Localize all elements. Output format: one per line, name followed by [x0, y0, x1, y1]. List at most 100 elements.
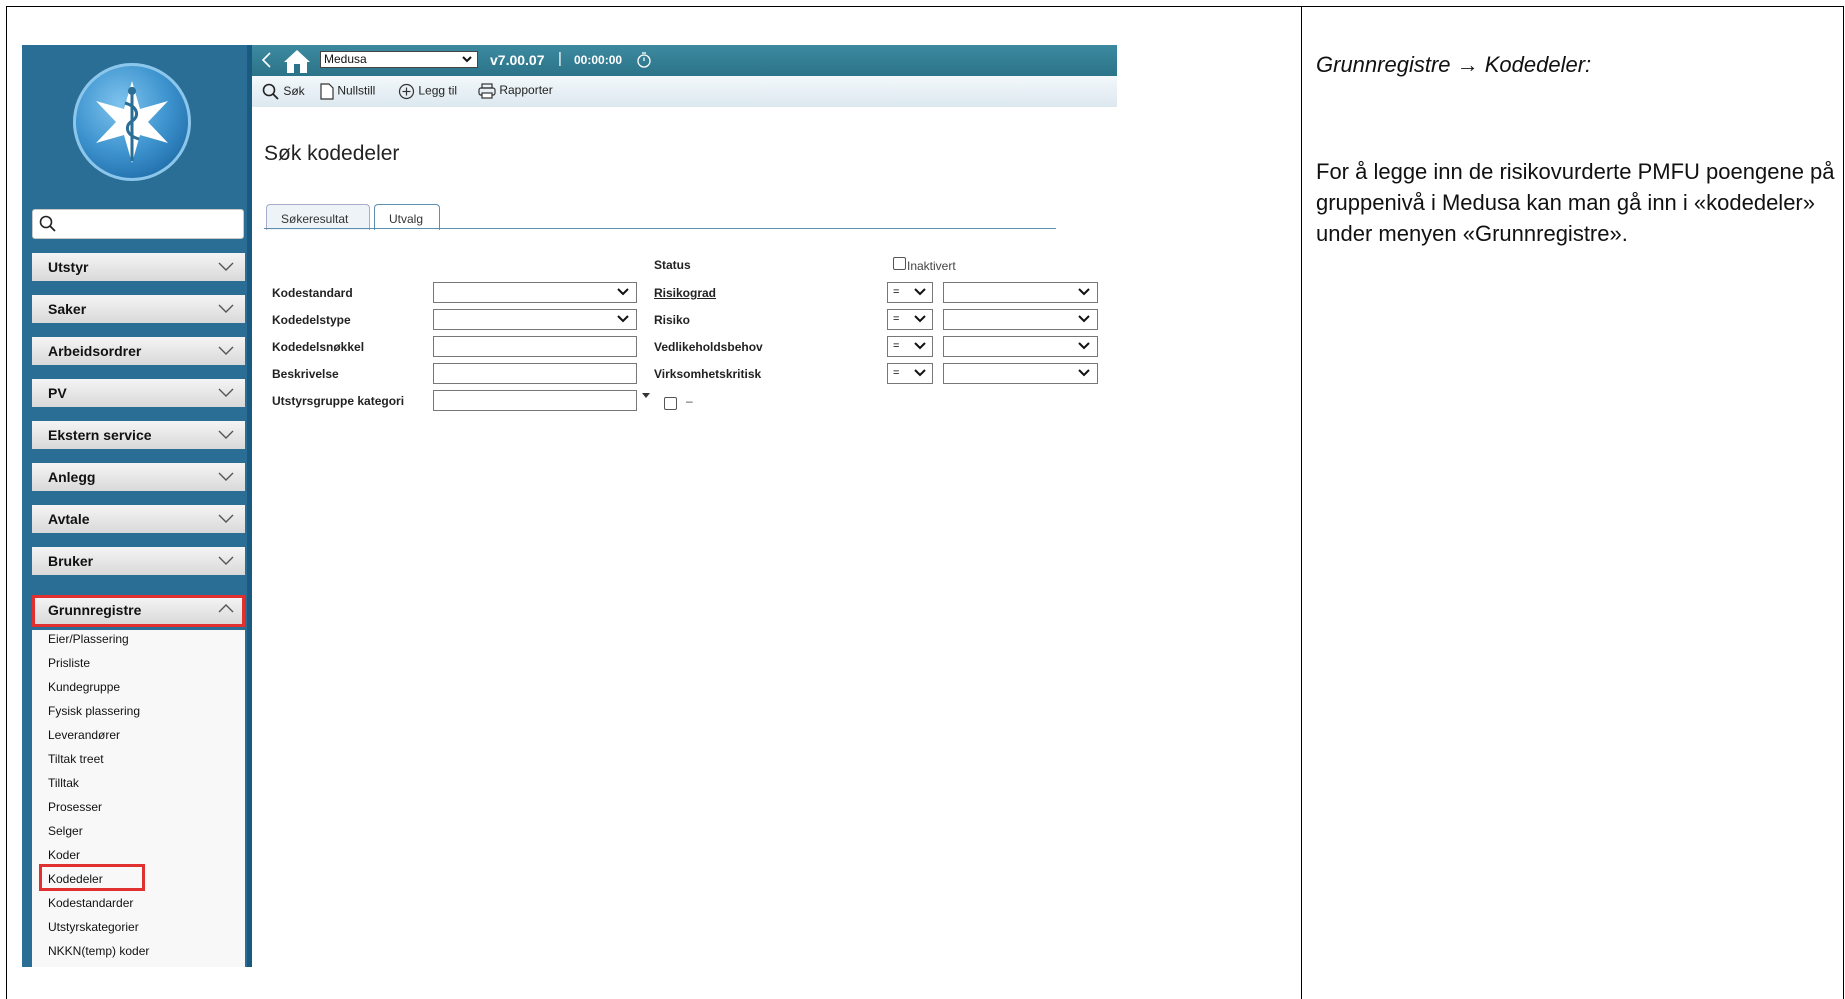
reset-button[interactable]: Nullstill — [320, 83, 375, 100]
virksomhetskritisk-value-select[interactable] — [943, 363, 1098, 384]
page-title: Søk kodedeler — [264, 142, 400, 165]
submenu-item[interactable]: Fysisk plassering — [48, 704, 140, 718]
utstyrsgruppe-checkbox[interactable] — [664, 397, 677, 410]
field-label-vedlikeholdsbehov: Vedlikeholdsbehov — [654, 340, 763, 354]
menu-utstyr[interactable]: Utstyr — [32, 253, 245, 281]
menu-label: Saker — [48, 301, 87, 317]
sidebar: Utstyr Saker Arbeidsordrer PV Ekstern se… — [22, 45, 247, 967]
chevron-down-icon — [218, 346, 234, 355]
operator-value: = — [893, 313, 900, 325]
chevron-down-icon — [914, 369, 926, 377]
main-content: Søk kodedeler Søkeresultat Utvalg Status… — [252, 107, 1117, 967]
chevron-down-icon — [1078, 288, 1090, 296]
submenu-item[interactable]: Selger — [48, 824, 83, 838]
menu-bruker[interactable]: Bruker — [32, 547, 245, 575]
field-label-kodestandard: Kodestandard — [272, 286, 353, 300]
risiko-value-select[interactable] — [943, 309, 1098, 330]
kodestandard-select[interactable] — [433, 282, 637, 303]
plus-circle-icon — [398, 83, 415, 100]
vedlikeholdsbehov-operator-select[interactable]: = — [887, 336, 933, 357]
menu-arbeidsordrer[interactable]: Arbeidsordrer — [32, 337, 245, 365]
reset-button-label: Nullstill — [337, 83, 376, 98]
chevron-down-icon — [1078, 369, 1090, 377]
menu-pv[interactable]: PV — [32, 379, 245, 407]
inactive-label: Inaktivert — [907, 259, 956, 273]
risikograd-value-select[interactable] — [943, 282, 1098, 303]
field-label-virksomhetskritisk: Virksomhetskritisk — [654, 367, 762, 381]
add-button-label: Legg til — [418, 83, 458, 98]
submenu-item[interactable]: Kundegruppe — [48, 680, 120, 694]
submenu-item[interactable]: Utstyrskategorier — [48, 920, 139, 934]
kodedelstype-select[interactable] — [433, 309, 637, 330]
field-label-kodedelsnokkel: Kodedelsnøkkel — [272, 340, 365, 354]
field-label-beskrivelse: Beskrivelse — [272, 367, 339, 381]
top-bar: Medusa v7.00.07 | 00:00:00 — [252, 45, 1117, 76]
submenu-item[interactable]: NKKN(temp) koder — [48, 944, 149, 958]
submenu-item[interactable]: Tilltak — [48, 776, 79, 790]
search-button[interactable]: Søk — [262, 83, 305, 101]
vedlikeholdsbehov-value-select[interactable] — [943, 336, 1098, 357]
submenu-item[interactable]: Koder — [48, 848, 80, 862]
medical-logo-icon — [73, 63, 191, 181]
submenu-item[interactable]: Kodestandarder — [48, 896, 133, 910]
toolbar: Søk Nullstill Legg til Rapporter — [252, 76, 1117, 107]
submenu-item[interactable]: Tiltak treet — [48, 752, 104, 766]
back-icon[interactable] — [260, 49, 274, 71]
version-label: v7.00.07 — [490, 52, 545, 68]
chevron-down-icon — [914, 315, 926, 323]
chevron-down-icon — [617, 315, 629, 323]
inactive-checkbox[interactable] — [893, 257, 906, 270]
sidebar-search-input[interactable] — [32, 209, 244, 239]
chevron-up-icon — [218, 604, 234, 613]
menu-saker[interactable]: Saker — [32, 295, 245, 323]
menu-label: Grunnregistre — [48, 602, 142, 618]
chevron-down-icon — [218, 430, 234, 439]
kodedelsnokkel-input[interactable] — [433, 336, 637, 357]
submenu-item[interactable]: Prisliste — [48, 656, 90, 670]
field-label-kodedelstype: Kodedelstype — [272, 313, 351, 327]
menu-label: Anlegg — [48, 469, 96, 485]
menu-label: Utstyr — [48, 259, 89, 275]
status-label: Status — [654, 258, 691, 272]
menu-label: Bruker — [48, 553, 94, 569]
separator: | — [558, 50, 562, 67]
menu-ekstern-service[interactable]: Ekstern service — [32, 421, 245, 449]
menu-grunnregistre[interactable]: Grunnregistre — [32, 595, 245, 627]
instruction-title: Grunnregistre → Kodedeler: — [1316, 52, 1592, 77]
field-label-utstyrsgruppe-kategori: Utstyrsgruppe kategori — [272, 394, 405, 408]
menu-label: Arbeidsordrer — [48, 343, 142, 359]
printer-icon — [478, 83, 496, 99]
reports-button[interactable]: Rapporter — [478, 83, 553, 99]
chevron-down-icon — [218, 472, 234, 481]
virksomhetskritisk-operator-select[interactable]: = — [887, 363, 933, 384]
field-label-risikograd[interactable]: Risikograd — [654, 286, 716, 300]
document-icon — [320, 83, 334, 100]
operator-value: = — [893, 286, 900, 298]
session-timer: 00:00:00 — [574, 53, 623, 67]
chevron-down-icon — [914, 342, 926, 350]
chevron-down-icon — [617, 288, 629, 296]
menu-label: PV — [48, 385, 67, 401]
submenu-item[interactable]: Prosesser — [48, 800, 102, 814]
tab-sokeresultat[interactable]: Søkeresultat — [266, 204, 370, 230]
stopwatch-icon — [637, 52, 651, 68]
home-icon[interactable] — [282, 48, 312, 74]
module-select[interactable]: Medusa — [320, 51, 478, 68]
beskrivelse-input[interactable] — [433, 363, 637, 384]
caret-down-icon[interactable] — [642, 391, 650, 399]
chevron-down-icon — [462, 56, 472, 63]
menu-avtale[interactable]: Avtale — [32, 505, 245, 533]
risiko-operator-select[interactable]: = — [887, 309, 933, 330]
risikograd-operator-select[interactable]: = — [887, 282, 933, 303]
tab-utvalg[interactable]: Utvalg — [374, 204, 440, 230]
add-button[interactable]: Legg til — [398, 83, 457, 100]
chevron-down-icon — [218, 556, 234, 565]
menu-anlegg[interactable]: Anlegg — [32, 463, 245, 491]
reports-button-label: Rapporter — [499, 83, 553, 98]
tab-underline — [264, 228, 1056, 229]
submenu-item[interactable]: Eier/Plassering — [48, 632, 129, 646]
table-divider — [1301, 6, 1302, 999]
utstyrsgruppe-kategori-input[interactable] — [433, 390, 637, 411]
operator-value: = — [893, 367, 900, 379]
submenu-item[interactable]: Leverandører — [48, 728, 120, 742]
